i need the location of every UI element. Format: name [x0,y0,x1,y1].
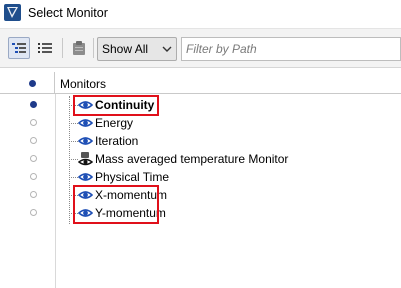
monitor-eye-icon [78,152,93,166]
toolbar-separator [93,38,94,58]
row-select-radio[interactable] [30,173,37,180]
monitor-label: Iteration [95,134,139,148]
row-select-radio[interactable] [30,209,37,216]
chevron-down-icon [162,46,172,52]
row-select-radio[interactable] [30,155,37,162]
show-filter-dropdown[interactable]: Show All [97,37,177,61]
eye-icon [78,173,93,181]
clipboard-icon [73,41,85,55]
monitor-label: Physical Time [95,170,170,184]
table-row[interactable]: Continuity [0,96,401,114]
row-select-radio[interactable] [30,191,37,198]
window-title: Select Monitor [28,6,108,20]
filter-by-path-input[interactable] [182,38,400,60]
table-header: Monitors [0,72,401,94]
table-row[interactable]: Mass averaged temperature Monitor [0,150,401,168]
row-select-radio[interactable] [30,137,37,144]
select-all-radio[interactable] [29,80,36,87]
row-select-radio[interactable] [30,101,37,108]
monitor-label: Mass averaged temperature Monitor [95,152,289,166]
eye-icon [78,119,93,127]
list-view-icon [38,43,52,53]
highlight-box-continuity [73,95,159,116]
clipboard-button[interactable] [68,37,90,59]
table-row[interactable]: Energy [0,114,401,132]
eye-icon [78,137,93,145]
title-bar: Select Monitor [0,0,401,28]
tree-view-button[interactable] [8,37,30,59]
monitor-label: Energy [95,116,134,130]
monitors-table: Monitors Continuity Energy Iteration Mas… [0,72,401,288]
table-row[interactable]: Y-momentum [0,204,401,222]
highlight-box-momentum [73,185,159,224]
toolbar-separator [62,38,63,58]
show-filter-value: Show All [102,42,149,56]
app-logo-icon [4,4,21,21]
toolbar: Show All [0,28,401,68]
select-all-column[interactable] [0,72,55,94]
monitors-column-header: Monitors [60,77,107,91]
list-view-button[interactable] [34,37,56,59]
table-row[interactable]: Iteration [0,132,401,150]
row-select-radio[interactable] [30,119,37,126]
tree-view-icon [12,43,26,53]
filter-by-path-field[interactable] [181,37,401,61]
table-row[interactable]: Physical Time [0,168,401,186]
table-row[interactable]: X-momentum [0,186,401,204]
